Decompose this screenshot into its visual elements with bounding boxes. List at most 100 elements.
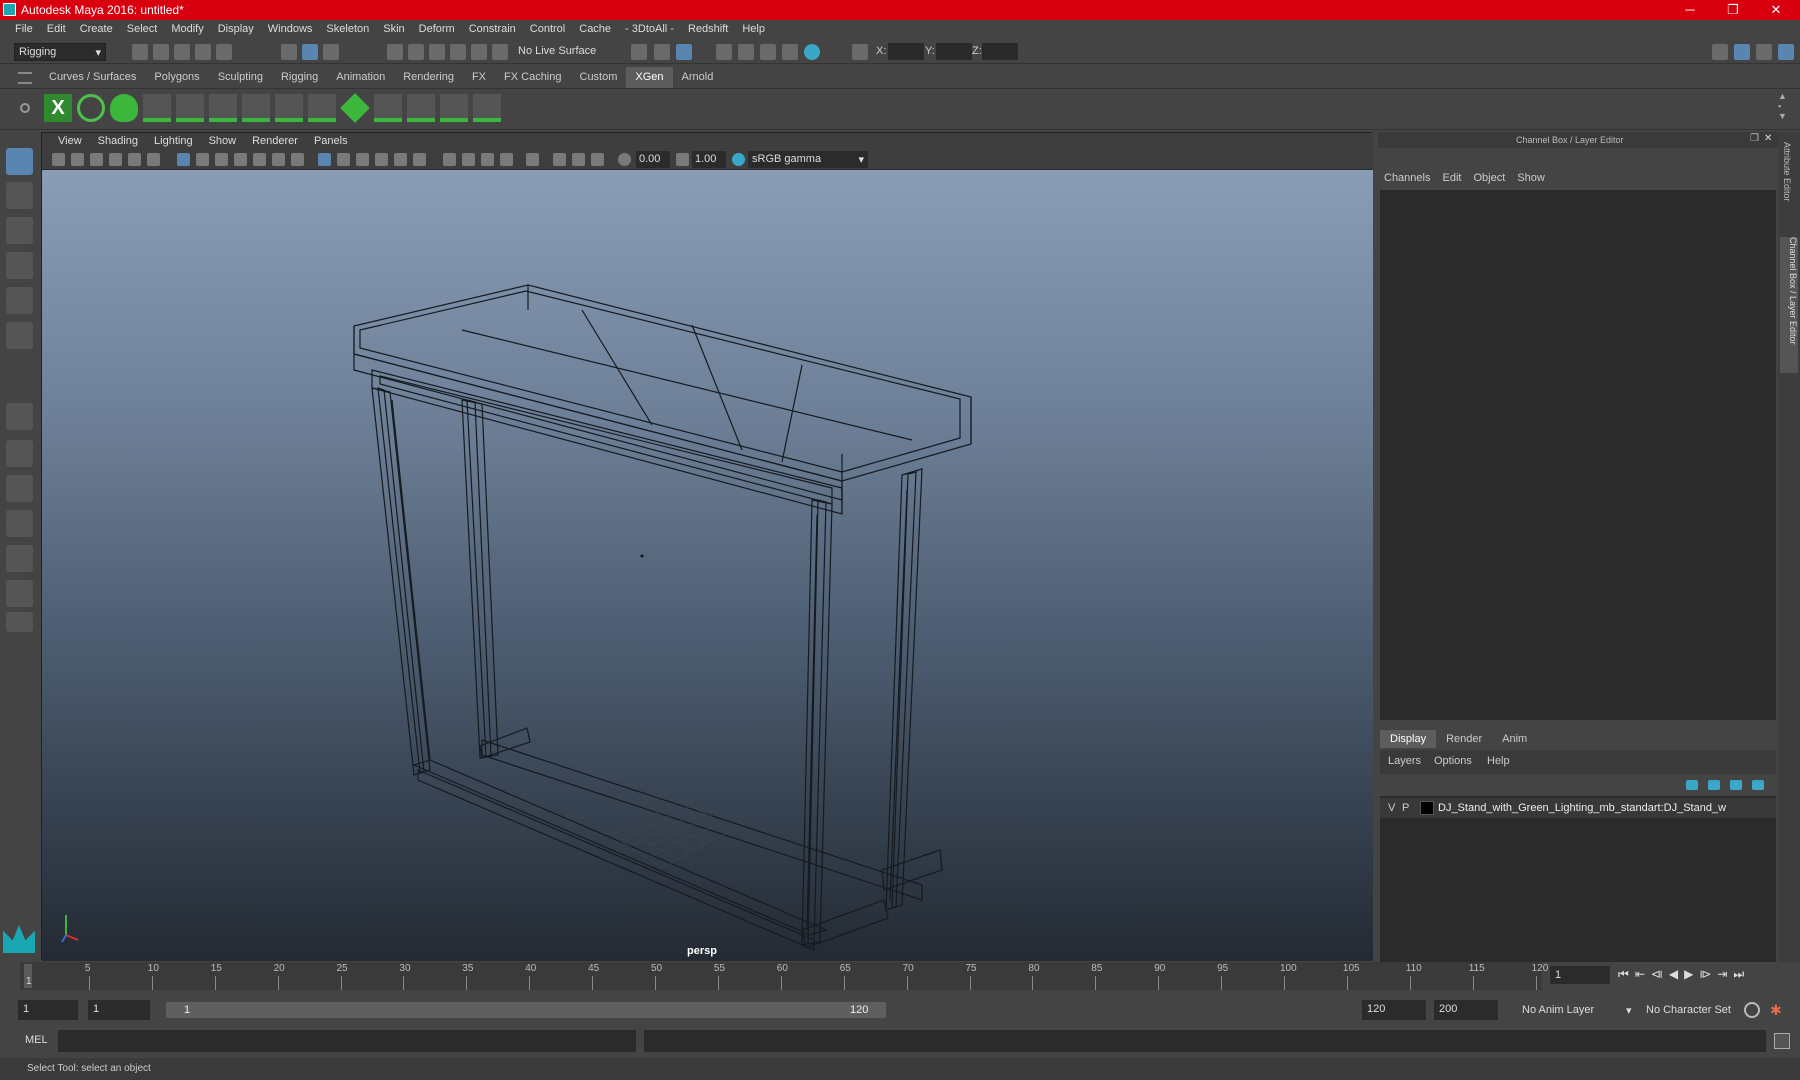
ipr-render-icon[interactable] <box>760 44 776 60</box>
view-transform-dropdown[interactable]: sRGB gamma ▾ <box>748 151 868 168</box>
attribute-editor-toggle-icon[interactable] <box>1734 44 1750 60</box>
xgen-description-icon[interactable] <box>110 94 138 122</box>
time-ruler[interactable]: 1 5 10 15 20 25 30 35 40 45 50 55 60 65 70 75 80 85 90 95 1… <box>20 962 1548 990</box>
hypershade-icon[interactable] <box>804 44 820 60</box>
single-view-icon[interactable] <box>6 403 33 430</box>
input-ops-icon[interactable] <box>631 44 647 60</box>
z-field[interactable] <box>982 43 1018 60</box>
tool-settings-icon[interactable] <box>1756 44 1772 60</box>
render-settings-icon[interactable] <box>782 44 798 60</box>
tab-animation[interactable]: Animation <box>327 67 394 88</box>
select-object-icon[interactable] <box>302 44 318 60</box>
wireframe-icon[interactable] <box>318 153 331 166</box>
playback-start-field[interactable]: 1 <box>88 1000 150 1020</box>
scale-tool-icon[interactable] <box>6 322 33 349</box>
step-forward-key-icon[interactable]: ⇥ <box>1717 967 1727 982</box>
vp-menu-lighting[interactable]: Lighting <box>146 133 201 150</box>
select-component-icon[interactable] <box>323 44 339 60</box>
menu-help[interactable]: Help <box>735 20 772 40</box>
go-to-start-icon[interactable]: ⏮ <box>1618 967 1629 982</box>
channel-box-side-tab[interactable]: Channel Box / Layer Editor <box>1780 237 1798 373</box>
menu-windows[interactable]: Windows <box>261 20 320 40</box>
bookmark-icon[interactable] <box>90 153 103 166</box>
tab-rendering[interactable]: Rendering <box>394 67 463 88</box>
layer-row[interactable]: V P DJ_Stand_with_Green_Lighting_mb_stan… <box>1380 798 1776 818</box>
snap-view-plane-icon[interactable] <box>450 44 466 60</box>
xray-active-icon[interactable] <box>572 153 585 166</box>
play-backward-icon[interactable]: ◀ <box>1669 967 1678 982</box>
animation-start-field[interactable]: 1 <box>18 1000 78 1020</box>
menu-display[interactable]: Display <box>211 20 261 40</box>
layer-name[interactable]: DJ_Stand_with_Green_Lighting_mb_standart… <box>1438 802 1764 814</box>
shelf-scroll-icon[interactable]: ▲ ▪ ▼ <box>1778 91 1787 121</box>
float-panel-icon[interactable]: ❐ <box>1750 133 1759 144</box>
use-all-lights-icon[interactable] <box>413 153 426 166</box>
film-gate-icon[interactable] <box>196 153 209 166</box>
camera-attributes-icon[interactable] <box>71 153 84 166</box>
restore-icon[interactable]: ❐ <box>1710 0 1756 20</box>
menu-deform[interactable]: Deform <box>412 20 462 40</box>
guide-lock-icon[interactable] <box>242 94 270 122</box>
tab-display[interactable]: Display <box>1380 730 1437 748</box>
redo-icon[interactable] <box>216 44 232 60</box>
character-set-dropdown[interactable]: No Character Set <box>1646 1004 1731 1016</box>
persp-outliner-icon[interactable] <box>6 545 33 572</box>
textured-icon[interactable] <box>394 153 407 166</box>
tab-xgen[interactable]: XGen <box>626 67 673 88</box>
grid-icon[interactable] <box>177 153 190 166</box>
ambient-occlusion-icon[interactable] <box>462 153 475 166</box>
gamma-icon[interactable] <box>676 153 689 166</box>
select-hierarchy-icon[interactable] <box>281 44 297 60</box>
rotate-tool-icon[interactable] <box>6 287 33 314</box>
menu-control[interactable]: Control <box>523 20 572 40</box>
transform-constraint-icon[interactable] <box>852 44 868 60</box>
xray-joints-icon[interactable] <box>591 153 604 166</box>
hypershade-layout-icon[interactable] <box>6 580 33 607</box>
new-scene-icon[interactable] <box>132 44 148 60</box>
layer-color-swatch[interactable] <box>1420 801 1434 815</box>
layout-options-icon[interactable] <box>6 612 33 632</box>
guide-bend-icon[interactable] <box>374 94 402 122</box>
safe-title-icon[interactable] <box>291 153 304 166</box>
minimize-icon[interactable]: ─ <box>1667 0 1713 20</box>
menu-cache[interactable]: Cache <box>572 20 618 40</box>
persp-graph-icon[interactable] <box>6 510 33 537</box>
modeling-toolkit-icon[interactable] <box>1712 44 1728 60</box>
cb-menu-channels[interactable]: Channels <box>1384 172 1430 184</box>
anti-aliasing-icon[interactable] <box>500 153 513 166</box>
vp-menu-shading[interactable]: Shading <box>90 133 146 150</box>
channel-box-area[interactable] <box>1380 190 1776 720</box>
paint-select-tool-icon[interactable] <box>6 217 33 244</box>
menu-edit[interactable]: Edit <box>40 20 73 40</box>
move-tool-icon[interactable] <box>6 252 33 279</box>
step-back-key-icon[interactable]: ⇤ <box>1635 967 1645 982</box>
y-field[interactable] <box>936 43 972 60</box>
shelf-options-icon[interactable] <box>20 103 30 113</box>
tab-sculpting[interactable]: Sculpting <box>209 67 272 88</box>
render-view-icon[interactable] <box>716 44 732 60</box>
output-ops-icon[interactable] <box>654 44 670 60</box>
playback-end-field[interactable]: 120 <box>1362 1000 1426 1020</box>
use-default-material-icon[interactable] <box>356 153 369 166</box>
undo-icon[interactable] <box>195 44 211 60</box>
range-slider[interactable]: 1 120 <box>166 1002 886 1018</box>
shadows-icon[interactable] <box>443 153 456 166</box>
auto-key-icon[interactable] <box>1744 1002 1760 1018</box>
guide-comb-icon[interactable] <box>407 94 435 122</box>
current-time-field[interactable]: 1 <box>1550 966 1610 984</box>
make-live-icon[interactable] <box>471 44 487 60</box>
safe-action-icon[interactable] <box>272 153 285 166</box>
image-plane-icon[interactable] <box>109 153 122 166</box>
layer-playback-toggle[interactable]: P <box>1402 802 1409 814</box>
snap-point-icon[interactable] <box>429 44 445 60</box>
le-menu-help[interactable]: Help <box>1487 755 1510 767</box>
resolution-gate-icon[interactable] <box>215 153 228 166</box>
anim-layer-dropdown[interactable]: No Anim Layer <box>1522 1004 1594 1016</box>
live-surface-field[interactable]: No Live Surface <box>518 45 596 57</box>
le-menu-layers[interactable]: Layers <box>1388 755 1421 767</box>
move-layer-down-icon[interactable] <box>1708 780 1720 790</box>
xgen-preview-icon[interactable] <box>77 94 105 122</box>
x-field[interactable] <box>888 43 924 60</box>
move-layer-up-icon[interactable] <box>1686 780 1698 790</box>
xgen-editor-icon[interactable]: X <box>44 94 72 122</box>
